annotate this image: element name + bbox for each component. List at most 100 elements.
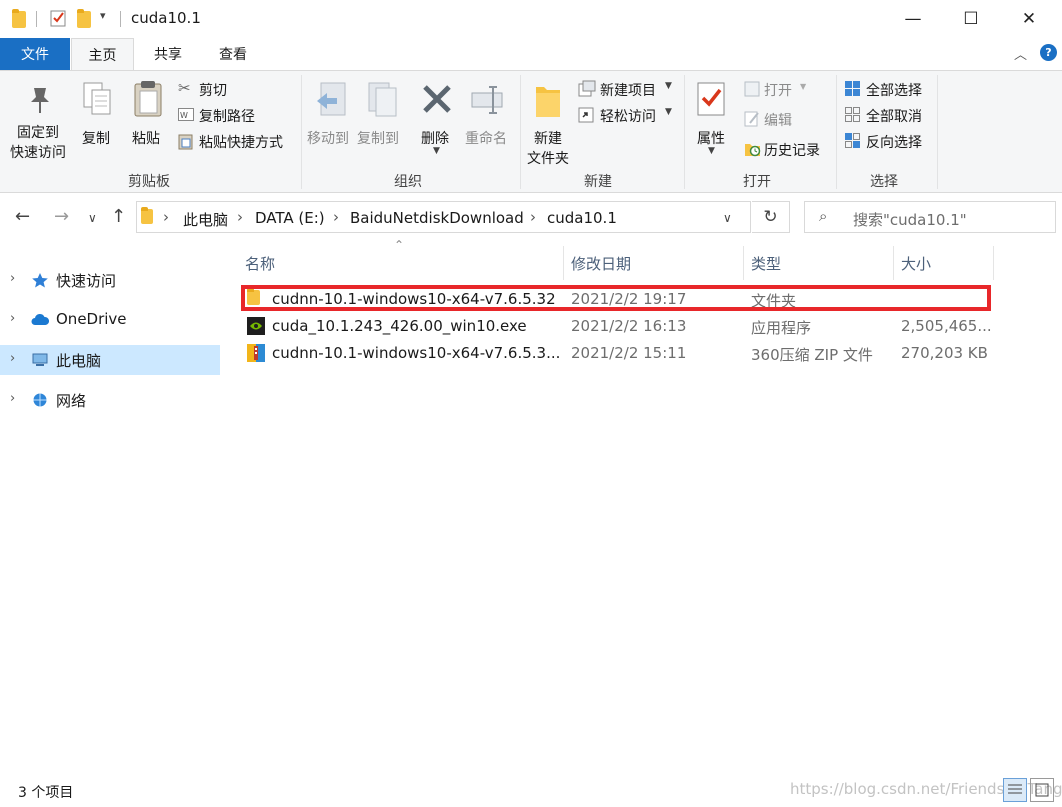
copy-to-icon bbox=[368, 82, 397, 117]
table-row[interactable]: cudnn-10.1-windows10-x64-v7.6.5.3... 202… bbox=[244, 340, 1014, 367]
delete-button[interactable]: 删除 ▼ bbox=[418, 77, 458, 157]
select-none-button[interactable]: 全部取消 bbox=[844, 105, 934, 125]
copy-path-button[interactable]: W 复制路径 bbox=[178, 105, 278, 125]
file-name: cudnn-10.1-windows10-x64-v7.6.5.3... bbox=[272, 344, 561, 362]
new-group-label: 新建 bbox=[584, 174, 612, 190]
edit-label: 编辑 bbox=[764, 113, 792, 129]
group-divider bbox=[684, 75, 685, 189]
new-folder-quick-icon[interactable] bbox=[77, 9, 91, 29]
column-header-name[interactable]: 名称 bbox=[245, 253, 275, 274]
tab-file[interactable]: 文件 bbox=[0, 38, 70, 70]
nav-item-label: OneDrive bbox=[56, 310, 127, 328]
breadcrumb-separator-icon[interactable]: › bbox=[530, 208, 536, 226]
nav-item-onedrive[interactable]: › OneDrive bbox=[0, 305, 220, 335]
navigation-pane: › 快速访问 › OneDrive › 此电脑 › 网络 bbox=[0, 242, 222, 772]
column-divider[interactable] bbox=[993, 246, 994, 280]
easy-access-button[interactable]: 轻松访问 ▼ bbox=[578, 105, 678, 125]
column-header-size[interactable]: 大小 bbox=[901, 253, 931, 274]
maximize-button[interactable]: ☐ bbox=[948, 0, 994, 38]
collapse-ribbon-icon[interactable]: ︿ bbox=[1014, 44, 1027, 63]
open-button[interactable]: 打开 ▼ bbox=[744, 79, 824, 99]
paste-button[interactable]: 粘贴 bbox=[128, 77, 168, 147]
delete-dropdown-icon[interactable]: ▼ bbox=[433, 146, 440, 156]
open-label: 打开 bbox=[764, 83, 792, 99]
breadcrumb-separator-icon[interactable]: › bbox=[237, 208, 243, 226]
help-icon[interactable]: ? bbox=[1040, 44, 1057, 61]
window-title: cuda10.1 bbox=[131, 9, 201, 27]
column-header-type[interactable]: 类型 bbox=[751, 253, 781, 274]
breadcrumb-separator-icon[interactable]: › bbox=[333, 208, 339, 226]
breadcrumb-data-drive[interactable]: DATA (E:) bbox=[255, 209, 325, 227]
address-history-chevron-icon[interactable]: ∨ bbox=[723, 211, 732, 225]
cut-button[interactable]: ✂ 剪切 bbox=[178, 79, 278, 99]
up-arrow-icon[interactable]: ↑ bbox=[111, 206, 126, 227]
breadcrumb-baidunetdiskdownload[interactable]: BaiduNetdiskDownload bbox=[350, 209, 524, 227]
svg-text:W: W bbox=[180, 111, 188, 120]
paste-shortcut-button[interactable]: 粘贴快捷方式 bbox=[178, 131, 293, 151]
nav-item-this-pc[interactable]: › 此电脑 bbox=[0, 345, 220, 375]
tab-home[interactable]: 主页 bbox=[71, 38, 134, 71]
expand-chevron-icon[interactable]: › bbox=[10, 311, 15, 326]
open-group-label: 打开 bbox=[743, 174, 771, 190]
move-to-icon bbox=[317, 82, 346, 116]
delete-x-icon bbox=[423, 85, 451, 113]
close-button[interactable]: ✕ bbox=[1006, 0, 1052, 38]
minimize-button[interactable]: — bbox=[890, 0, 936, 38]
tab-view[interactable]: 查看 bbox=[202, 38, 264, 70]
folder-icon bbox=[12, 9, 26, 29]
move-to-button[interactable]: 移动到 bbox=[306, 77, 356, 147]
expand-chevron-icon[interactable]: › bbox=[10, 351, 15, 366]
rename-icon bbox=[471, 86, 503, 114]
copy-button[interactable]: 复制 bbox=[80, 77, 116, 147]
breadcrumb-separator-icon[interactable]: › bbox=[163, 208, 169, 226]
properties-button[interactable]: 属性 ▼ bbox=[692, 77, 732, 157]
address-bar[interactable]: › 此电脑 › DATA (E:) › BaiduNetdiskDownload… bbox=[136, 201, 751, 233]
history-button[interactable]: 历史记录 bbox=[744, 139, 834, 159]
folder-icon bbox=[141, 207, 153, 224]
column-divider[interactable] bbox=[893, 246, 894, 280]
new-item-label: 新建项目 bbox=[600, 83, 656, 99]
file-size: 270,203 KB bbox=[901, 344, 988, 362]
table-row[interactable]: cuda_10.1.243_426.00_win10.exe 2021/2/2 … bbox=[244, 313, 1014, 340]
invert-selection-button[interactable]: 反向选择 bbox=[844, 131, 934, 151]
select-none-icon bbox=[845, 107, 860, 122]
rename-button[interactable]: 重命名 bbox=[464, 77, 514, 147]
cloud-icon bbox=[31, 313, 49, 325]
nav-item-quick-access[interactable]: › 快速访问 bbox=[0, 265, 220, 295]
customize-quick-access-dropdown[interactable]: ▾ bbox=[100, 9, 106, 29]
new-folder-button[interactable]: 新建 文件夹 bbox=[526, 77, 576, 167]
copy-path-icon: W bbox=[178, 108, 194, 121]
ribbon: 固定到 快速访问 复制 粘贴 ✂ 剪切 W 复制路径 粘贴快捷方式 剪贴板 移动… bbox=[0, 70, 1062, 193]
easy-access-icon bbox=[578, 107, 594, 123]
select-all-button[interactable]: 全部选择 bbox=[844, 79, 934, 99]
large-icons-view-button[interactable] bbox=[1030, 778, 1054, 802]
expand-chevron-icon[interactable]: › bbox=[10, 271, 15, 286]
column-header-date[interactable]: 修改日期 bbox=[571, 253, 631, 274]
search-input[interactable]: ⌕ 搜索"cuda10.1" bbox=[804, 201, 1056, 233]
column-divider[interactable] bbox=[743, 246, 744, 280]
select-all-icon bbox=[845, 81, 860, 96]
recent-locations-chevron-icon[interactable]: ∨ bbox=[88, 211, 97, 225]
forward-arrow-icon[interactable]: → bbox=[54, 206, 69, 227]
tab-share[interactable]: 共享 bbox=[138, 38, 198, 70]
cut-label: 剪切 bbox=[199, 83, 227, 99]
new-item-button[interactable]: 新建项目 ▼ bbox=[578, 79, 678, 99]
easy-access-dropdown-icon: ▼ bbox=[665, 107, 672, 117]
breadcrumb-cuda10-1[interactable]: cuda10.1 bbox=[547, 209, 617, 227]
back-arrow-icon[interactable]: ← bbox=[15, 206, 30, 227]
properties-quick-icon[interactable] bbox=[50, 9, 67, 29]
breadcrumb-this-pc[interactable]: 此电脑 bbox=[183, 209, 228, 230]
column-divider[interactable] bbox=[563, 246, 564, 280]
nav-item-network[interactable]: › 网络 bbox=[0, 385, 220, 415]
nav-item-label: 网络 bbox=[56, 392, 87, 410]
pin-label-line1: 固定到 bbox=[17, 125, 59, 141]
refresh-icon[interactable]: ↻ bbox=[752, 201, 790, 233]
copy-to-button[interactable]: 复制到 bbox=[356, 77, 406, 147]
expand-chevron-icon[interactable]: › bbox=[10, 391, 15, 406]
details-view-button[interactable] bbox=[1003, 778, 1027, 802]
new-item-icon bbox=[578, 80, 596, 97]
pin-to-quick-access-button[interactable]: 固定到 快速访问 bbox=[10, 77, 70, 167]
network-icon bbox=[33, 393, 47, 407]
properties-dropdown-icon[interactable]: ▼ bbox=[708, 146, 715, 156]
edit-button[interactable]: 编辑 bbox=[744, 109, 824, 129]
